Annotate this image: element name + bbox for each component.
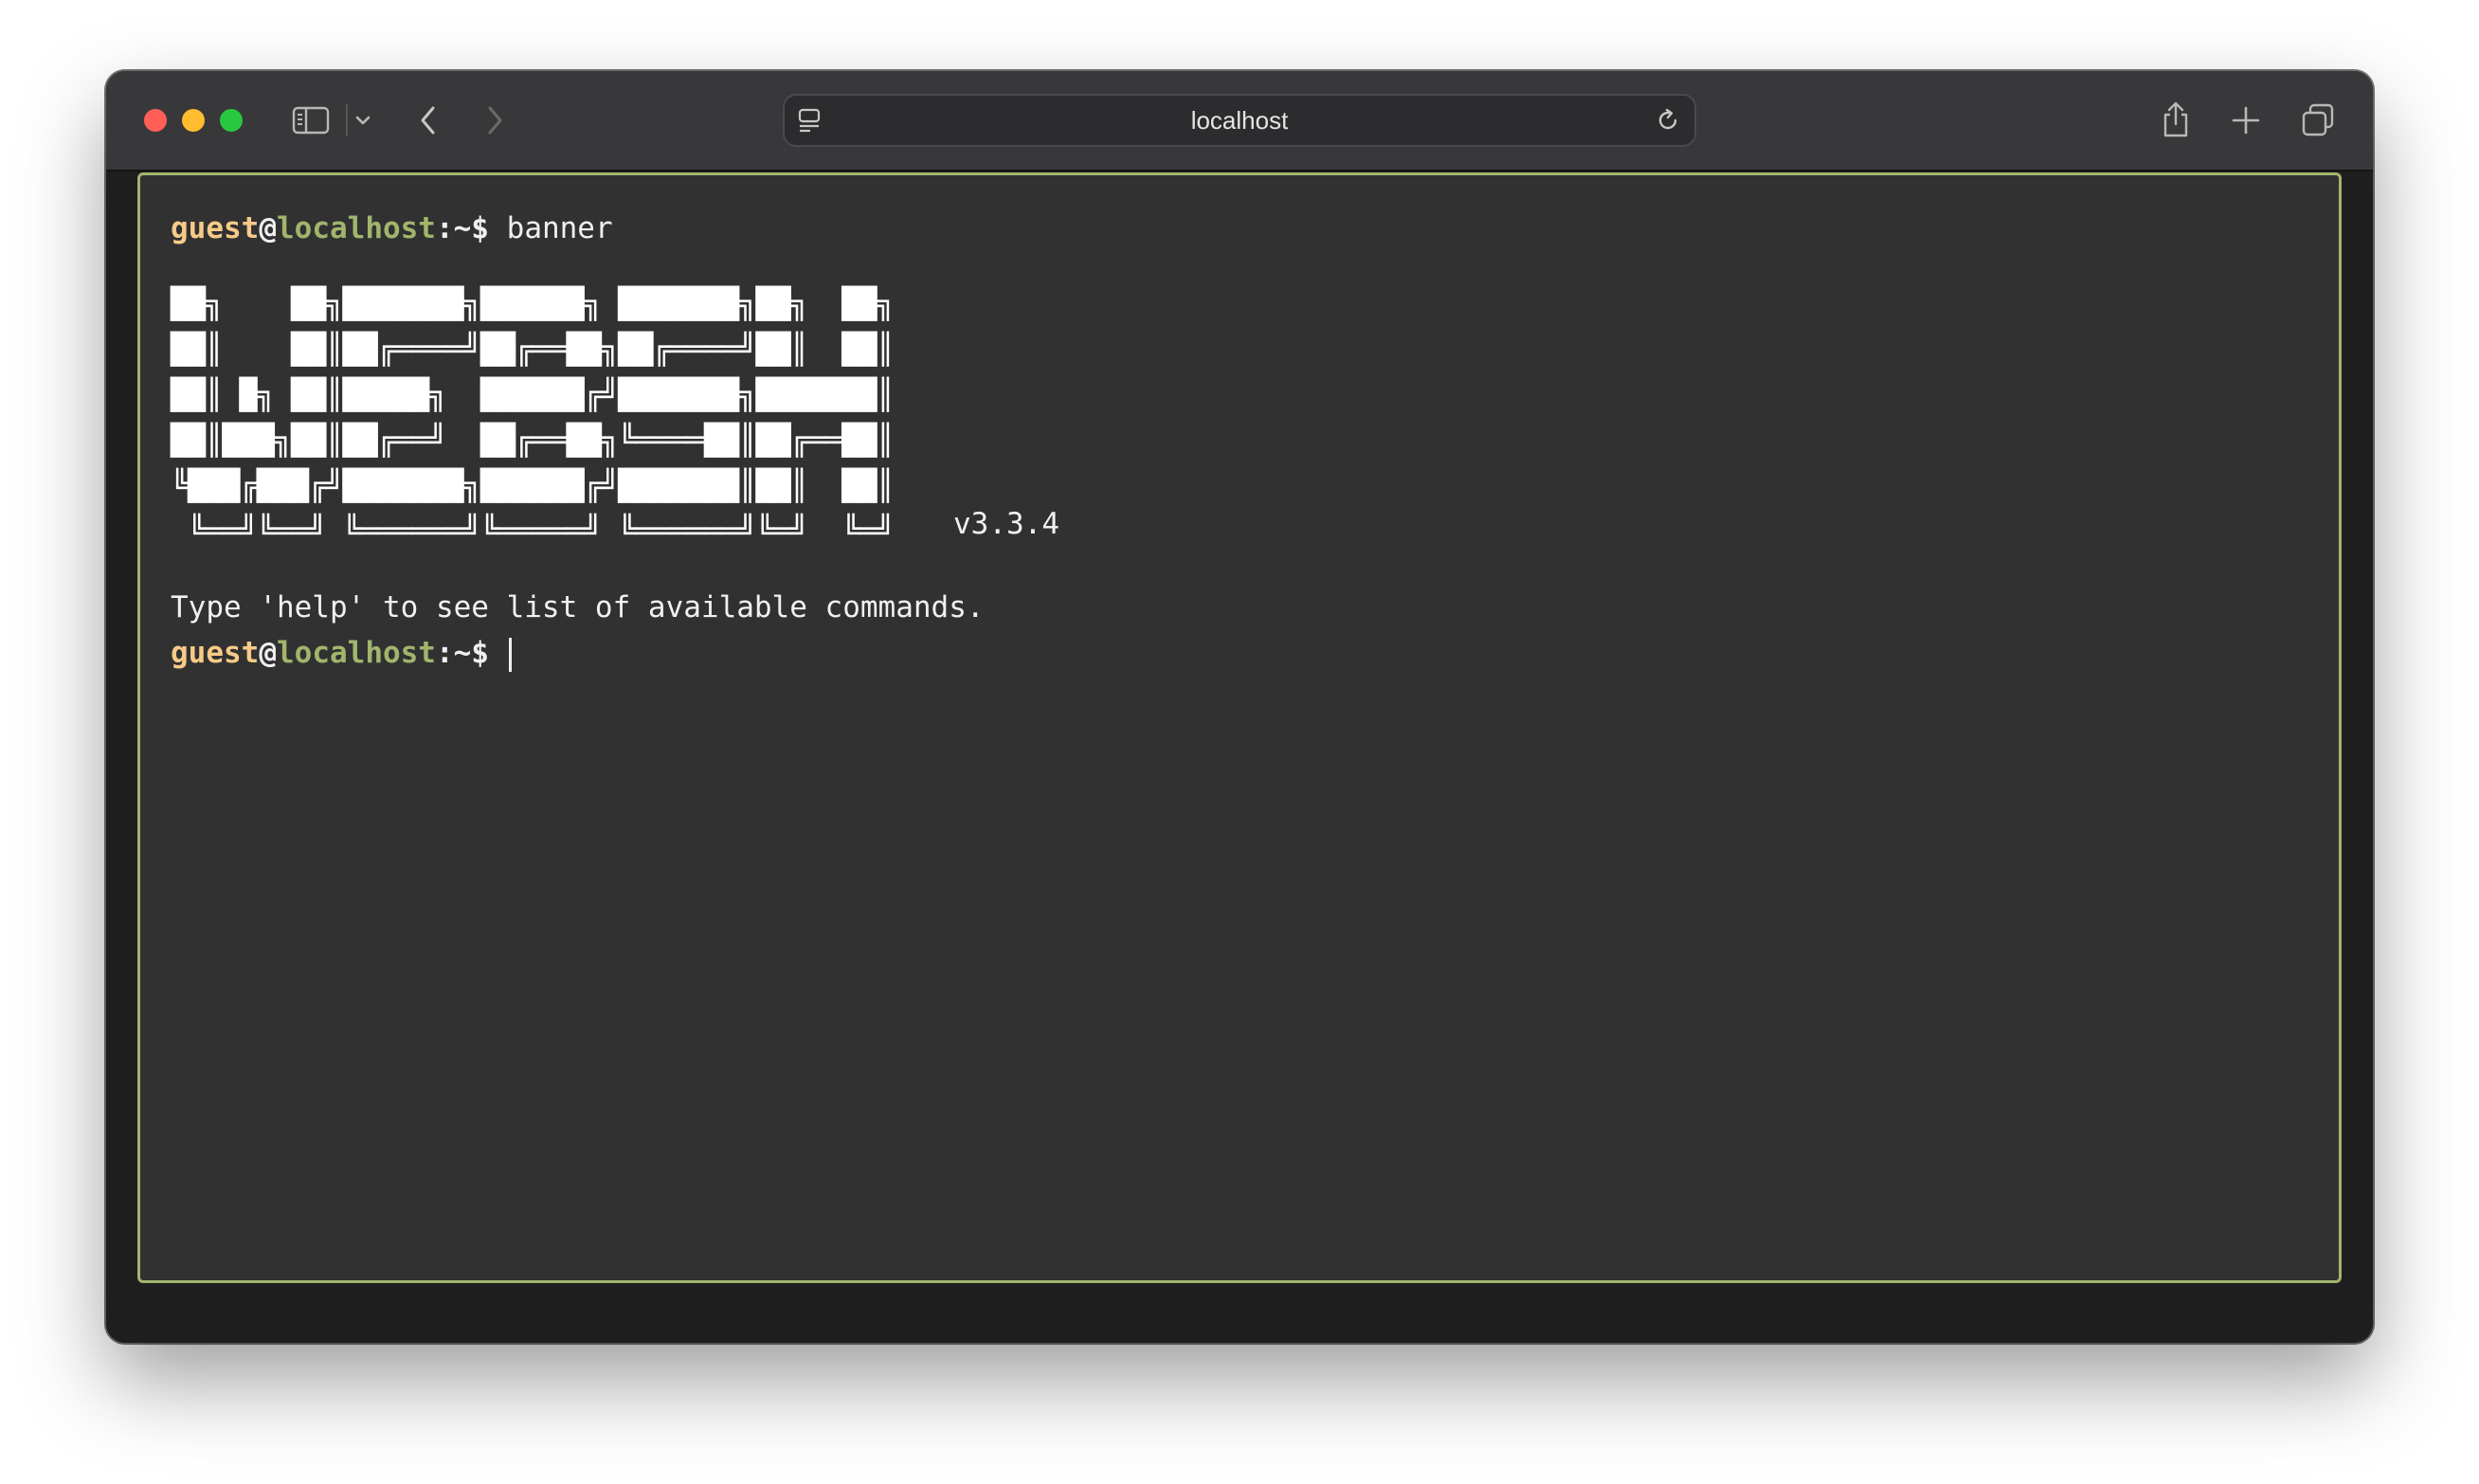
chevron-down-icon[interactable] bbox=[349, 100, 377, 141]
prompt-path: :~$ bbox=[435, 636, 489, 670]
help-text: Type 'help' to see list of available com… bbox=[171, 590, 985, 624]
forward-icon[interactable] bbox=[478, 100, 512, 141]
history-command: banner bbox=[506, 211, 613, 245]
minimize-window-button[interactable] bbox=[182, 109, 205, 132]
sidebar-icon[interactable] bbox=[290, 100, 332, 141]
prompt-at: @ bbox=[259, 211, 277, 245]
banner-version: v3.3.4 bbox=[953, 507, 1059, 541]
prompt-user: guest bbox=[171, 211, 260, 245]
banner-ascii-art: ██╗ ██╗███████╗██████╗ ███████╗██╗ ██╗ █… bbox=[171, 287, 895, 549]
close-window-button[interactable] bbox=[144, 109, 167, 132]
prompt-path: :~$ bbox=[435, 211, 489, 245]
prompt-at: @ bbox=[259, 636, 277, 670]
share-icon[interactable] bbox=[2157, 100, 2195, 141]
prompt-host: localhost bbox=[277, 636, 436, 670]
address-bar[interactable]: localhost bbox=[783, 94, 1696, 147]
terminal-input-line[interactable]: guest@localhost:~$ bbox=[171, 630, 2308, 676]
address-text: localhost bbox=[1190, 106, 1289, 135]
tab-overview-icon[interactable] bbox=[2297, 100, 2339, 141]
terminal[interactable]: guest@localhost:~$ banner ██╗ ██╗███████… bbox=[137, 172, 2342, 1283]
banner: ██╗ ██╗███████╗██████╗ ███████╗██╗ ██╗ █… bbox=[171, 281, 2308, 549]
back-icon[interactable] bbox=[411, 100, 445, 141]
text-cursor bbox=[508, 637, 512, 672]
prompt-host: localhost bbox=[277, 211, 436, 245]
terminal-history-line: guest@localhost:~$ banner bbox=[171, 206, 2308, 251]
reload-icon[interactable] bbox=[1651, 100, 1685, 141]
browser-window: localhost guest@localhost:~$ banner ██╗ … bbox=[106, 71, 2373, 1343]
browser-toolbar: localhost bbox=[106, 71, 2373, 172]
prompt-user: guest bbox=[171, 636, 260, 670]
terminal-output: guest@localhost:~$ banner ██╗ ██╗███████… bbox=[171, 206, 2308, 676]
maximize-window-button[interactable] bbox=[220, 109, 243, 132]
plus-icon[interactable] bbox=[2227, 100, 2265, 141]
